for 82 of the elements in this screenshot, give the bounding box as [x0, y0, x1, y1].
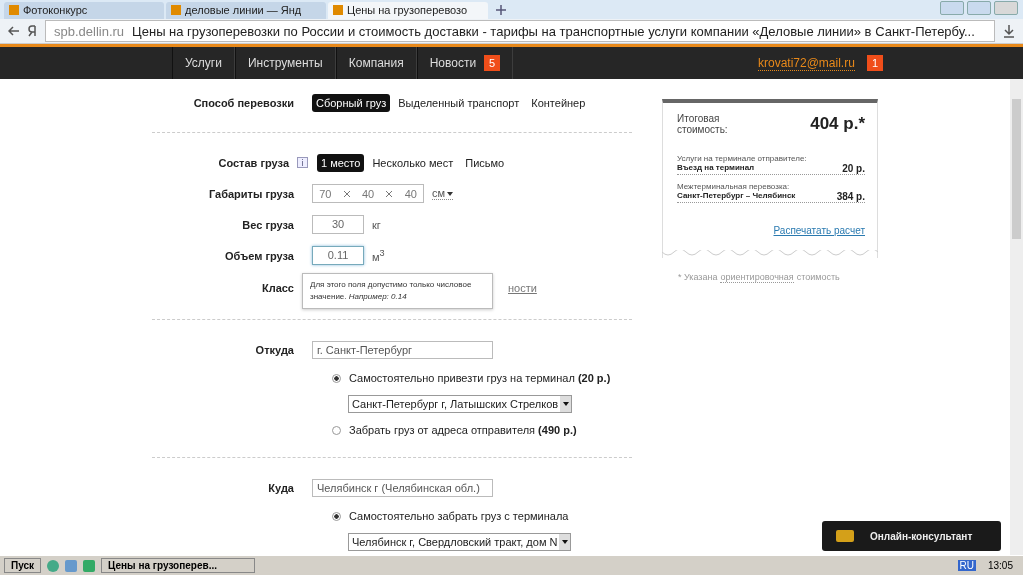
field-label: Состав груза — [217, 156, 291, 169]
count-badge: 5 — [484, 55, 501, 72]
browser-tab[interactable]: Фотоконкурс — [4, 1, 164, 19]
field-label: Класс — [260, 282, 295, 295]
cost-group-label: Межтерминальная перевозка: — [677, 182, 790, 192]
field-label: Откуда — [254, 343, 295, 356]
start-button[interactable]: Пуск — [4, 558, 42, 574]
unit-label: кг — [372, 218, 381, 231]
minimize-icon[interactable] — [940, 0, 964, 15]
volume-field[interactable]: 0.11 — [312, 246, 364, 266]
new-tab-icon[interactable] — [496, 4, 506, 15]
link[interactable]: ности — [508, 282, 537, 295]
field-label: Объем груза — [224, 249, 295, 262]
browser-tab[interactable]: деловые линии — Янд — [166, 1, 326, 19]
option-tab[interactable]: Письмо — [461, 153, 509, 172]
times-icon — [386, 190, 393, 197]
nav-link[interactable]: Компания — [335, 47, 417, 80]
address-field[interactable]: spb.dellin.ru Цены на грузоперевозки по России и стоимость доставки - тарифы на транспортные услуги компании «Деловые линии» в Санкт-Петербу... — [45, 20, 995, 42]
terminal-dropdown[interactable]: Санкт-Петербург г, Латышских Стрелков — [348, 395, 573, 414]
field-label: Куда — [267, 481, 295, 494]
nav-link[interactable]: Новости 5 — [416, 47, 514, 80]
nav-link[interactable]: Инструменты — [234, 47, 336, 80]
radio-label: Самостоятельно привезти груз на терминал (20 р.) — [349, 372, 611, 385]
chat-button[interactable]: Онлайн-консультант — [822, 521, 1001, 552]
caret-icon — [562, 540, 568, 545]
dimension-value: 40 — [404, 187, 417, 200]
app-icon[interactable] — [65, 559, 78, 572]
maximize-icon[interactable] — [967, 0, 991, 15]
note-text: стоимость — [796, 272, 840, 284]
site-icon — [171, 5, 181, 16]
cost-item: Санкт-Петербург – Челябинск — [677, 191, 796, 203]
radio-label: Самостоятельно забрать груз с терминала — [349, 510, 569, 523]
field-label: Способ перевозки — [192, 96, 295, 109]
caret-icon — [447, 192, 454, 197]
info-icon[interactable] — [297, 157, 308, 169]
nav-link[interactable]: Услуги — [172, 47, 235, 80]
total-price: 404 р.* — [810, 114, 865, 135]
clock: 13:05 — [986, 560, 1014, 572]
tooltip: Для этого поля допустимо только числовое значение. Например: 0.14 — [302, 273, 493, 310]
city-field[interactable]: Челябинск г (Челябинская обл.) — [312, 478, 493, 497]
count-badge: 1 — [866, 55, 883, 72]
site-icon — [333, 5, 343, 16]
print-link[interactable]: Распечатать расчет — [773, 225, 865, 237]
times-icon — [343, 190, 350, 197]
dimension-value: 70 — [319, 187, 332, 200]
option-tab[interactable]: Контейнер — [527, 93, 590, 112]
option-tab[interactable]: Сборный груз — [312, 93, 391, 112]
language-indicator[interactable]: RU — [957, 560, 976, 572]
close-icon[interactable] — [994, 0, 1018, 15]
total-label: Итоговая стоимость: — [677, 113, 729, 136]
unit-dropdown[interactable]: см — [432, 187, 454, 201]
chat-icon — [836, 530, 854, 543]
field-label: Вес груза — [241, 218, 295, 231]
logo-icon[interactable] — [28, 25, 37, 37]
terminal-dropdown[interactable]: Челябинск г, Свердловский тракт, дом N — [348, 533, 572, 552]
option-tab[interactable]: Выделенный транспорт — [394, 93, 524, 112]
user-email-link[interactable]: krovati72@mail.ru — [758, 55, 855, 71]
radio-button[interactable] — [332, 373, 341, 383]
caret-icon — [562, 402, 569, 407]
city-field[interactable]: г. Санкт-Петербург — [312, 340, 493, 359]
cost-price: 384 р. — [836, 191, 865, 203]
back-icon[interactable] — [8, 26, 20, 36]
option-tab[interactable]: Несколько мест — [368, 153, 458, 172]
site-icon — [9, 5, 19, 16]
field-label: Габариты груза — [208, 187, 296, 200]
weight-field[interactable]: 30 — [312, 215, 364, 235]
dimension-value: 40 — [361, 187, 375, 200]
dimensions-field[interactable]: 70 40 40 — [312, 184, 424, 204]
cost-item: Въезд на терминал — [677, 163, 755, 175]
note-text: * Указана — [678, 272, 718, 284]
scrollbar[interactable] — [1010, 79, 1023, 556]
radio-button[interactable] — [332, 511, 341, 521]
radio-label: Забрать груз от адреса отправителя (490 р.) — [349, 424, 577, 437]
unit-label: м$^{3}$ — [372, 248, 385, 263]
taskbar-window[interactable]: Цены на грузоперев... — [101, 558, 256, 574]
spreadsheet-icon[interactable] — [83, 559, 96, 572]
browser-tab[interactable]: Цены на грузоперевозо — [328, 1, 488, 19]
download-icon[interactable] — [1003, 24, 1015, 38]
cost-price: 20 р. — [842, 163, 865, 175]
cost-group-label: Услуги на терминале отправителе: — [677, 154, 807, 164]
option-tab[interactable]: 1 место — [317, 153, 365, 172]
browser-icon[interactable] — [47, 559, 60, 572]
